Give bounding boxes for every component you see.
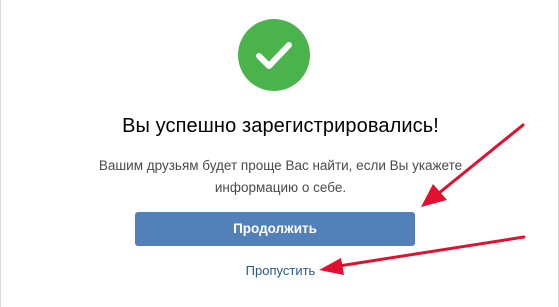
skip-link-label[interactable]: Пропустить — [246, 263, 316, 278]
checkmark-icon — [256, 42, 292, 69]
description-text: Вашим друзьям будет проще Вас найти, есл… — [1, 155, 559, 199]
continue-button[interactable]: Продолжить — [135, 212, 415, 246]
success-check-icon — [238, 19, 310, 91]
skip-link[interactable]: Пропустить — [1, 263, 559, 278]
page-title: Вы успешно зарегистрировались! — [122, 115, 439, 137]
description-line-1: Вашим друзьям будет проще Вас найти, есл… — [98, 158, 463, 173]
registration-success-panel: Вы успешно зарегистрировались! Вашим дру… — [0, 0, 559, 307]
description-line-2: информацию о себе. — [214, 180, 347, 195]
